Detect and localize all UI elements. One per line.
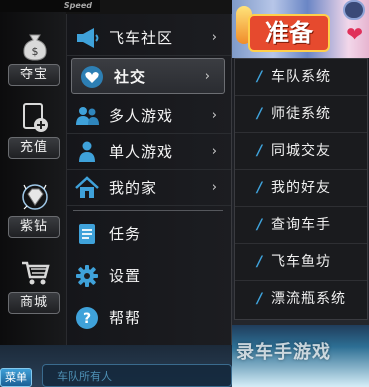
watermark-text: 录车手游戏 xyxy=(236,342,331,363)
feature-treasure-label: 夺宝 xyxy=(8,64,60,86)
chevron-right-icon: › xyxy=(211,30,217,45)
feature-panel: Speed $ 夺宝 充值 紫钻 商城 xyxy=(0,0,100,345)
recharge-icon xyxy=(20,101,50,135)
money-bag-icon: $ xyxy=(20,28,50,62)
home-icon xyxy=(73,175,101,201)
feature-recharge[interactable]: 充值 xyxy=(8,101,60,167)
megaphone-icon xyxy=(73,25,101,51)
menu-item-help[interactable]: ? 帮帮 xyxy=(67,300,231,336)
menu-item-label: 帮帮 xyxy=(109,309,142,327)
menu-item-label: 多人游戏 xyxy=(109,107,174,125)
menu-item-singleplayer[interactable]: 单人游戏 › xyxy=(67,134,231,170)
menu-item-label: 单人游戏 xyxy=(109,143,174,161)
chevron-right-icon: › xyxy=(211,144,217,159)
top-round-button[interactable] xyxy=(343,0,365,20)
menu-item-my-home[interactable]: 我的家 › xyxy=(67,170,231,206)
menu-item-label: 设置 xyxy=(109,267,142,285)
submenu-item-my-friends[interactable]: / 我的好友 xyxy=(235,170,367,207)
heart-icon xyxy=(78,64,106,90)
menu-item-community[interactable]: 飞车社区 › xyxy=(67,20,231,56)
feature-mall-label: 商城 xyxy=(8,292,60,314)
submenu-item-team-system[interactable]: / 车队系统 xyxy=(235,59,367,96)
submenu-item-label: 我的好友 xyxy=(271,180,331,196)
submenu-item-label: 飞车鱼坊 xyxy=(271,254,331,270)
chat-channel-label: 车队所有人 xyxy=(57,370,112,383)
menu-item-label: 任务 xyxy=(109,225,142,243)
multi-user-icon xyxy=(73,103,101,129)
help-icon: ? xyxy=(73,305,101,331)
submenu-item-label: 同城交友 xyxy=(271,143,331,159)
menu-item-label: 飞车社区 xyxy=(109,29,174,47)
game-background-top: 准备 ❤ xyxy=(232,0,369,58)
single-user-icon xyxy=(73,139,101,165)
menu-item-label: 我的家 xyxy=(109,179,158,197)
chevron-right-icon: › xyxy=(204,69,210,84)
menu-item-multiplayer[interactable]: 多人游戏 › xyxy=(67,98,231,134)
menu-item-settings[interactable]: 设置 xyxy=(67,258,231,294)
feature-recharge-label: 充值 xyxy=(8,137,60,159)
submenu-item-label: 车队系统 xyxy=(271,69,331,85)
svg-text:$: $ xyxy=(32,45,39,58)
task-list-icon xyxy=(73,221,101,247)
menu-divider xyxy=(73,210,223,211)
ready-banner: 准备 xyxy=(248,14,330,52)
svg-text:?: ? xyxy=(83,311,91,327)
submenu-item-label: 漂流瓶系统 xyxy=(271,291,346,307)
feature-purple-diamond[interactable]: 紫钻 xyxy=(8,180,60,246)
social-submenu: / 车队系统 / 师徒系统 / 同城交友 / 我的好友 / 查询车手 / 飞车鱼… xyxy=(234,58,368,320)
menu-item-label: 社交 xyxy=(114,68,147,86)
submenu-item-label: 查询车手 xyxy=(271,217,331,233)
submenu-item-drift-bottle[interactable]: / 漂流瓶系统 xyxy=(235,281,367,318)
submenu-item-mentor-system[interactable]: / 师徒系统 xyxy=(235,96,367,133)
gear-icon xyxy=(73,263,101,289)
submenu-item-label: 师徒系统 xyxy=(271,106,331,122)
game-logo: Speed xyxy=(0,0,100,12)
submenu-item-fishing[interactable]: / 飞车鱼坊 xyxy=(235,244,367,281)
chevron-right-icon: › xyxy=(211,180,217,195)
feature-mall[interactable]: 商城 xyxy=(8,256,60,322)
menu-item-tasks[interactable]: 任务 xyxy=(67,216,231,252)
chat-input[interactable]: 车队所有人 xyxy=(42,364,232,387)
submenu-item-search-racer[interactable]: / 查询车手 xyxy=(235,207,367,244)
feature-treasure[interactable]: $ 夺宝 xyxy=(8,28,60,94)
main-menu: 飞车社区 › 社交 › 多人游戏 › 单人游戏 › 我的家 › 任务 设置 ? … xyxy=(66,14,232,345)
shopping-cart-icon xyxy=(20,256,50,290)
menu-item-social[interactable]: 社交 › xyxy=(71,58,225,94)
menu-button[interactable]: 菜单 xyxy=(0,368,32,387)
heart-icon: ❤ xyxy=(346,22,363,46)
chevron-right-icon: › xyxy=(211,108,217,123)
feature-purple-diamond-label: 紫钻 xyxy=(8,216,60,238)
purple-diamond-icon xyxy=(20,180,50,214)
submenu-item-local-dating[interactable]: / 同城交友 xyxy=(235,133,367,170)
